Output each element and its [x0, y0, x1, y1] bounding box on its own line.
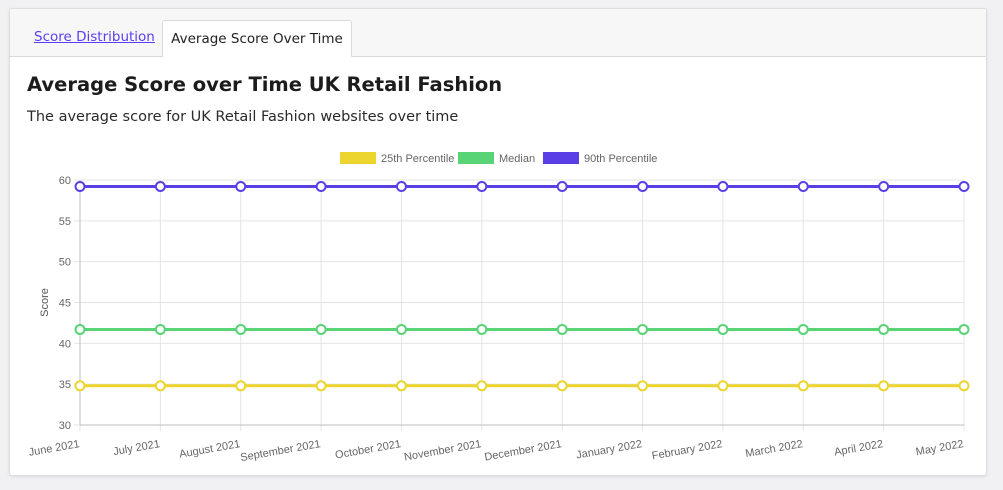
data-point: [797, 380, 809, 392]
data-point: [958, 323, 970, 335]
data-point: [395, 181, 407, 193]
data-point: [154, 181, 166, 193]
data-point: [878, 380, 890, 392]
data-point: [878, 181, 890, 193]
data-point: [476, 181, 488, 193]
data-point: [476, 380, 488, 392]
y-tick-label: 45: [59, 298, 71, 310]
legend-label-1: Median: [499, 153, 535, 165]
data-point: [235, 323, 247, 335]
x-tick-label: May 2022: [915, 438, 965, 458]
data-point: [637, 380, 649, 392]
y-tick-label: 35: [59, 379, 71, 391]
x-tick-label: March 2022: [744, 438, 803, 460]
data-point: [717, 181, 729, 193]
data-point: [878, 323, 890, 335]
chart-card: Score Distribution Average Score Over Ti…: [9, 8, 987, 476]
x-tick-label: February 2022: [651, 438, 724, 462]
data-point: [797, 181, 809, 193]
data-point: [154, 323, 166, 335]
x-tick-label: July 2021: [112, 438, 160, 458]
data-point: [717, 323, 729, 335]
legend-swatch-1: [458, 152, 494, 164]
data-point: [958, 181, 970, 193]
x-tick-label: December 2021: [484, 438, 563, 463]
x-tick-label: November 2021: [403, 438, 482, 463]
y-tick-label: 50: [59, 257, 71, 269]
y-tick-label: 30: [59, 420, 71, 432]
data-point: [556, 323, 568, 335]
data-point: [74, 380, 86, 392]
data-point: [556, 380, 568, 392]
data-point: [395, 380, 407, 392]
data-point: [637, 323, 649, 335]
data-point: [315, 181, 327, 193]
data-point: [235, 181, 247, 193]
x-tick-label: June 2021: [28, 438, 81, 459]
data-point: [797, 323, 809, 335]
x-tick-label: April 2022: [833, 438, 884, 458]
legend-label-2: 90th Percentile: [584, 153, 657, 165]
y-tick-label: 55: [59, 216, 71, 228]
legend-swatch-0: [340, 152, 376, 164]
data-point: [315, 380, 327, 392]
data-point: [74, 323, 86, 335]
data-point: [235, 380, 247, 392]
data-point: [154, 380, 166, 392]
data-point: [74, 181, 86, 193]
x-tick-label: September 2021: [239, 438, 321, 464]
x-tick-label: January 2022: [575, 438, 643, 461]
legend-label-0: 25th Percentile: [381, 153, 454, 165]
data-point: [476, 323, 488, 335]
data-point: [637, 181, 649, 193]
y-axis-title: Score: [39, 288, 51, 317]
y-tick-label: 40: [59, 338, 71, 350]
line-chart: 30 35 40 45 50 55 60 June 2021 July 2021 August 2…: [28, 152, 970, 464]
x-tick-label: October 2021: [334, 438, 402, 461]
data-point: [556, 181, 568, 193]
data-point: [958, 380, 970, 392]
data-point: [717, 380, 729, 392]
legend-swatch-2: [543, 152, 579, 164]
data-point: [395, 323, 407, 335]
data-point: [315, 323, 327, 335]
x-tick-label: August 2021: [178, 438, 241, 461]
y-tick-label: 60: [59, 175, 71, 187]
